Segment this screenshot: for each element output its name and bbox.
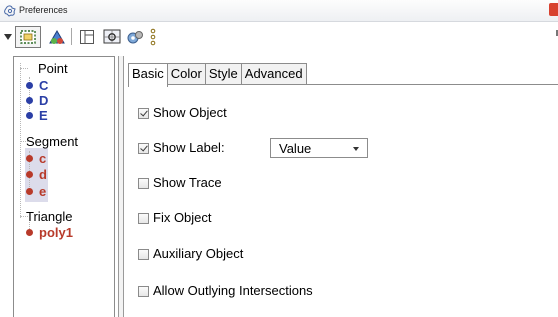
allow-outlying-label: Allow Outlying Intersections xyxy=(153,283,313,298)
window-title: Preferences xyxy=(19,5,68,15)
tab-style[interactable]: Style xyxy=(204,63,242,85)
split-pane-divider[interactable] xyxy=(118,56,124,317)
fix-object-checkbox[interactable] xyxy=(138,212,149,224)
graphics-settings-icon[interactable] xyxy=(101,26,123,48)
segment-dot-icon xyxy=(26,171,33,178)
point-dot-icon xyxy=(26,112,33,119)
allow-outlying-checkbox[interactable] xyxy=(138,285,149,297)
toolbar-separator xyxy=(71,28,72,45)
label-mode-select[interactable]: Value xyxy=(270,138,368,158)
point-dot-icon xyxy=(26,97,33,104)
tab-baseline xyxy=(128,84,558,85)
tree-item-c-segment[interactable]: c xyxy=(26,152,46,165)
chevron-down-icon xyxy=(353,147,359,151)
more-icon[interactable] xyxy=(148,26,158,48)
fix-object-label: Fix Object xyxy=(153,210,212,225)
toolbar xyxy=(0,22,558,52)
geometry-shapes-icon[interactable] xyxy=(46,26,68,48)
close-button[interactable] xyxy=(549,3,558,16)
show-trace-label: Show Trace xyxy=(153,175,222,190)
auxiliary-object-label: Auxiliary Object xyxy=(153,246,244,261)
dropdown-arrow-icon[interactable] xyxy=(3,26,13,48)
show-trace-option[interactable]: Show Trace xyxy=(138,175,222,191)
tree-item-d-segment[interactable]: d xyxy=(26,168,47,181)
show-label-checkbox[interactable] xyxy=(138,142,149,154)
tree-item-c-point[interactable]: C xyxy=(26,79,48,92)
auxiliary-object-option[interactable]: Auxiliary Object xyxy=(138,246,243,262)
auxiliary-object-checkbox[interactable] xyxy=(138,248,149,260)
allow-outlying-option[interactable]: Allow Outlying Intersections xyxy=(138,283,313,299)
tab-basic[interactable]: Basic xyxy=(128,63,168,87)
fix-object-option[interactable]: Fix Object xyxy=(138,210,212,226)
show-object-checkbox[interactable] xyxy=(138,107,149,119)
show-label-label: Show Label: xyxy=(153,140,225,155)
show-label-option[interactable]: Show Label: xyxy=(138,140,225,156)
defaults-icon[interactable] xyxy=(124,26,146,48)
tree-connector xyxy=(20,68,28,69)
tree-group-point[interactable]: Point xyxy=(38,61,68,76)
label-mode-value: Value xyxy=(279,140,312,156)
object-tree-panel[interactable]: Point C D E Segment c d e Triangle poly1 xyxy=(13,56,115,317)
show-object-label: Show Object xyxy=(153,105,227,120)
layout-icon[interactable] xyxy=(77,26,97,48)
tab-advanced[interactable]: Advanced xyxy=(240,63,307,85)
tab-color[interactable]: Color xyxy=(166,63,206,85)
tree-item-e-segment[interactable]: e xyxy=(26,185,46,198)
point-dot-icon xyxy=(26,82,33,89)
show-trace-checkbox[interactable] xyxy=(138,177,149,189)
tree-group-triangle[interactable]: Triangle xyxy=(26,209,72,224)
segment-dot-icon xyxy=(26,188,33,195)
select-all-icon[interactable] xyxy=(15,26,41,48)
tree-group-segment[interactable]: Segment xyxy=(26,134,78,149)
tree-item-d-point[interactable]: D xyxy=(26,94,48,107)
tree-item-e-point[interactable]: E xyxy=(26,109,48,122)
properties-tabs: Basic Color Style Advanced xyxy=(128,63,307,87)
segment-dot-icon xyxy=(26,155,33,162)
polygon-dot-icon xyxy=(26,229,33,236)
object-tree: Point C D E Segment c d e Triangle poly1 xyxy=(14,57,114,317)
show-object-option[interactable]: Show Object xyxy=(138,105,227,121)
title-bar: Preferences xyxy=(0,0,558,22)
preferences-icon xyxy=(4,5,16,17)
tree-item-poly1[interactable]: poly1 xyxy=(26,226,73,239)
